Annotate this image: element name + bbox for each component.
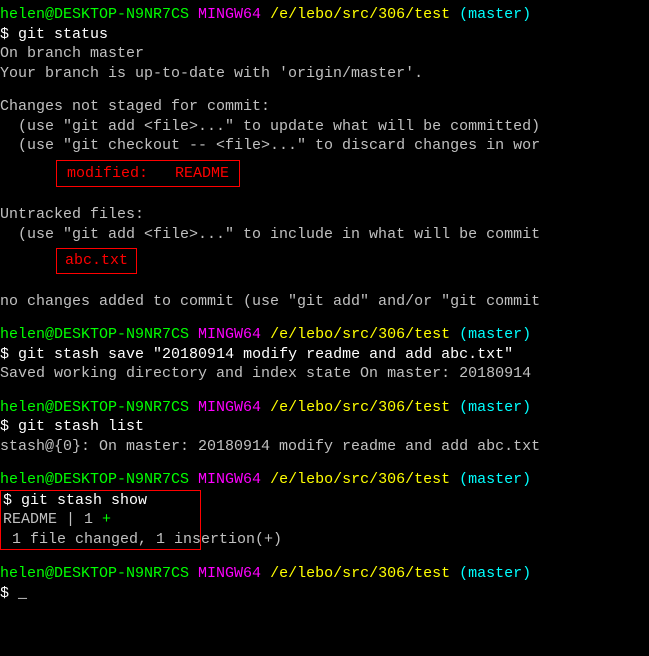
prompt-line-4: helen@DESKTOP-N9NR7CS MINGW64 /e/lebo/sr… <box>0 470 649 490</box>
cmd-line-4[interactable]: $ git stash show <box>3 491 198 511</box>
prompt-line-3: helen@DESKTOP-N9NR7CS MINGW64 /e/lebo/sr… <box>0 398 649 418</box>
stash-list-output: stash@{0}: On master: 20180914 modify re… <box>0 437 649 457</box>
status-hint-checkout: (use "git checkout -- <file>..." to disc… <box>0 136 649 156</box>
status-hint-add: (use "git add <file>..." to update what … <box>0 117 649 137</box>
stash-show-box: $ git stash show README | 1 + 1 file cha… <box>0 490 201 551</box>
cmd-line-2[interactable]: $ git stash save "20180914 modify readme… <box>0 345 649 365</box>
cmd-line-3[interactable]: $ git stash list <box>0 417 649 437</box>
untracked-file-box: abc.txt <box>56 248 137 274</box>
status-uptodate: Your branch is up-to-date with 'origin/m… <box>0 64 649 84</box>
cmd-line-5[interactable]: $ _ <box>0 584 649 604</box>
stash-show-summary: 1 file changed, 1 insertion(+) <box>3 530 363 550</box>
modified-file-box: modified: README <box>56 160 240 188</box>
prompt-line-5: helen@DESKTOP-N9NR7CS MINGW64 /e/lebo/sr… <box>0 564 649 584</box>
stash-save-output: Saved working directory and index state … <box>0 364 649 384</box>
prompt-line-1: helen@DESKTOP-N9NR7CS MINGW64 /e/lebo/sr… <box>0 5 649 25</box>
status-branch: On branch master <box>0 44 649 64</box>
status-nochanges: no changes added to commit (use "git add… <box>0 292 649 312</box>
status-untracked-header: Untracked files: <box>0 205 649 225</box>
stash-show-readme: README | 1 + <box>3 510 198 530</box>
prompt-line-2: helen@DESKTOP-N9NR7CS MINGW64 /e/lebo/sr… <box>0 325 649 345</box>
cmd-line-1[interactable]: $ git status <box>0 25 649 45</box>
status-notstaged-header: Changes not staged for commit: <box>0 97 649 117</box>
status-hint-include: (use "git add <file>..." to include in w… <box>0 225 649 245</box>
